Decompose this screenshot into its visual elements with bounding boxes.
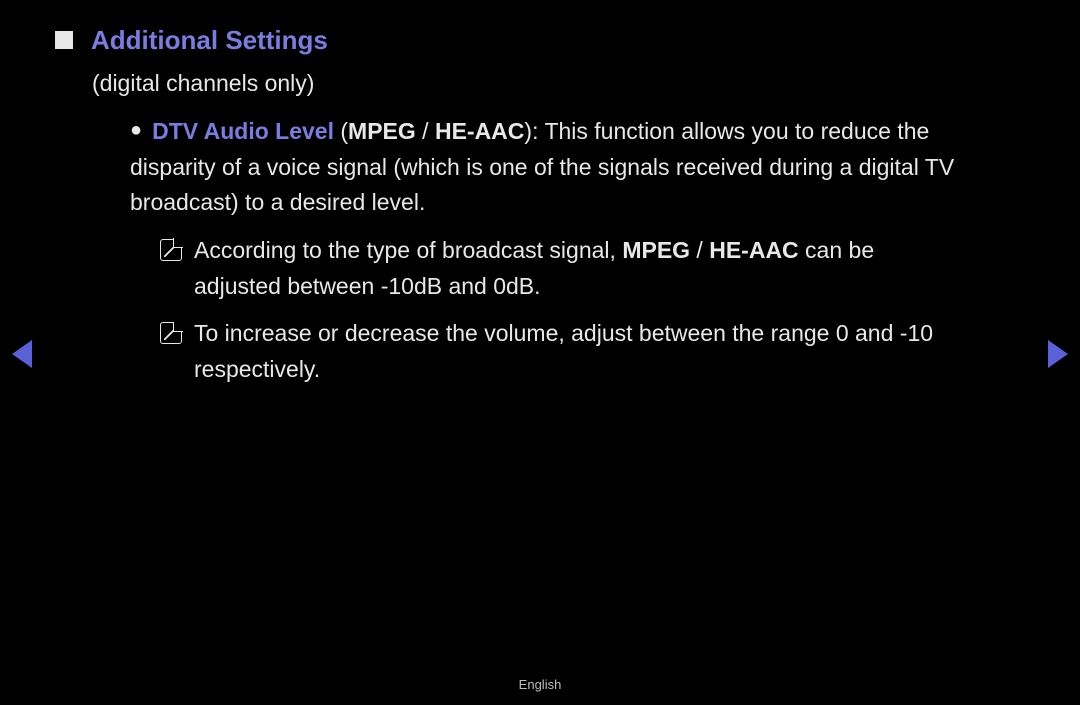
language-indicator: English — [0, 675, 1080, 695]
option-mpeg: MPEG — [348, 118, 416, 144]
note1-pre: According to the type of broadcast signa… — [194, 237, 622, 263]
note2-text: To increase or decrease the volume, adju… — [194, 316, 960, 387]
setting-label: DTV Audio Level — [152, 118, 334, 144]
square-bullet-icon — [55, 31, 73, 49]
note-icon — [160, 322, 182, 344]
note-1: According to the type of broadcast signa… — [160, 233, 960, 304]
note1-opt-mpeg: MPEG — [622, 237, 690, 263]
note1-sep: / — [690, 237, 709, 263]
note-icon — [160, 239, 182, 261]
note1-opt-heaac: HE-AAC — [709, 237, 798, 263]
option-heaac: HE-AAC — [435, 118, 524, 144]
section-heading: Additional Settings — [55, 20, 1050, 60]
section-subtitle: (digital channels only) — [92, 66, 1050, 102]
section-title: Additional Settings — [91, 20, 328, 60]
option-sep: / — [416, 118, 435, 144]
setting-item: ●DTV Audio Level (MPEG / HE-AAC): This f… — [130, 114, 990, 221]
open-paren: ( — [334, 118, 348, 144]
colon: : — [532, 118, 544, 144]
next-page-arrow-icon[interactable] — [1048, 340, 1068, 368]
note-2: To increase or decrease the volume, adju… — [160, 316, 960, 387]
dot-bullet-icon: ● — [130, 115, 142, 146]
close-paren: ) — [524, 118, 532, 144]
prev-page-arrow-icon[interactable] — [12, 340, 32, 368]
